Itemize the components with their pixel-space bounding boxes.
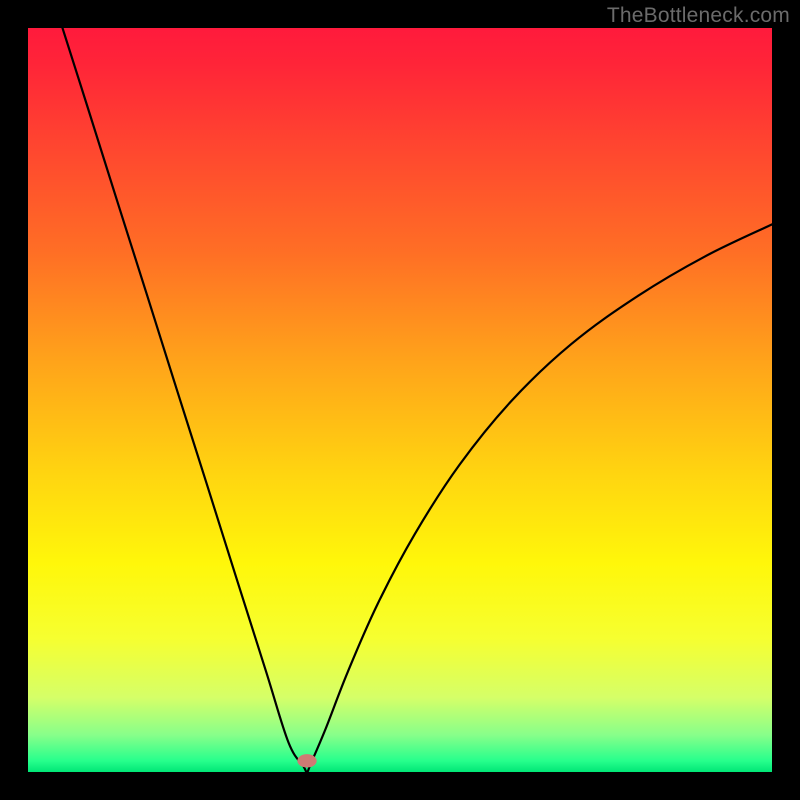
minimum-marker [297,754,316,767]
chart-svg [28,28,772,772]
gradient-background [28,28,772,772]
plot-area [28,28,772,772]
outer-frame: TheBottleneck.com [0,0,800,800]
watermark-text: TheBottleneck.com [607,4,790,28]
